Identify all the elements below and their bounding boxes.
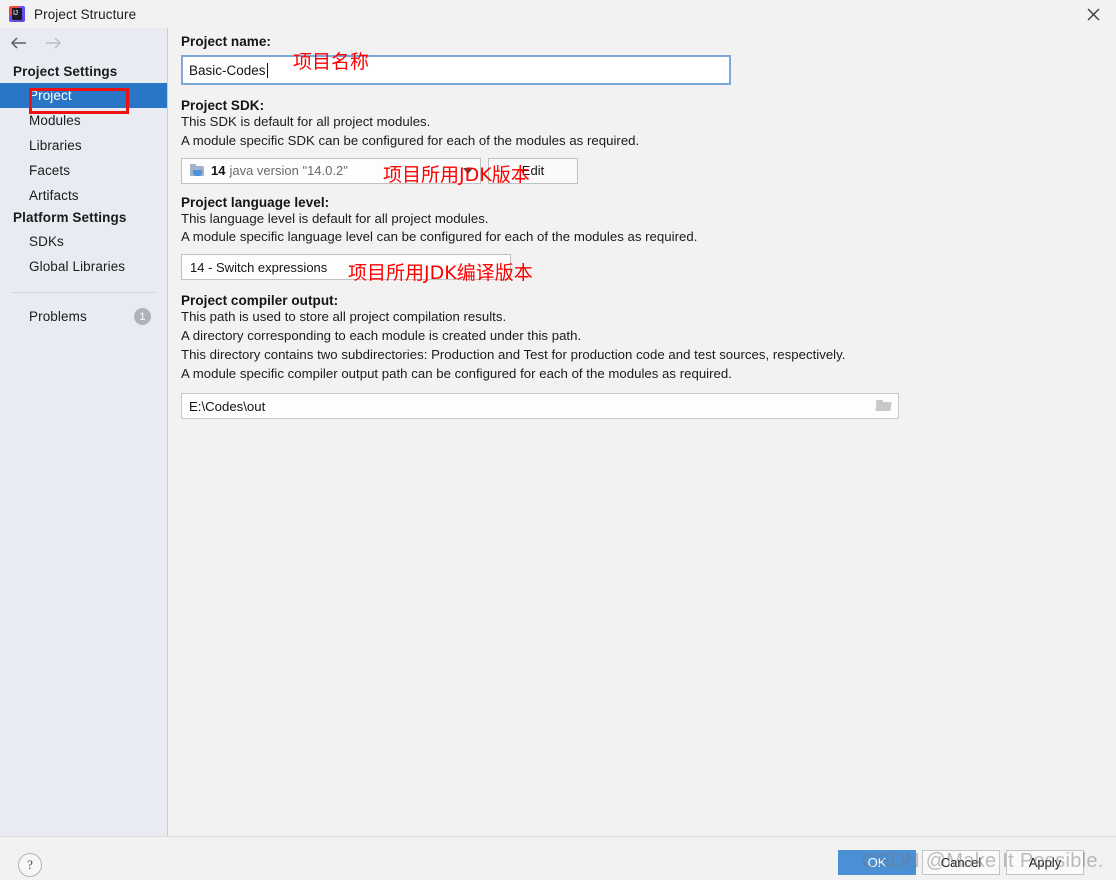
apply-button[interactable]: Apply bbox=[1006, 850, 1084, 875]
sidebar-group-platform-settings: Platform Settings bbox=[13, 210, 127, 225]
project-sdk-label: Project SDK: bbox=[181, 98, 265, 113]
question-mark-icon[interactable]: ? bbox=[18, 853, 42, 877]
project-sdk-desc-1: This SDK is default for all project modu… bbox=[181, 114, 431, 129]
title-bar: IJ Project Structure bbox=[0, 0, 1116, 28]
help-label: ? bbox=[27, 857, 33, 872]
java-sdk-icon bbox=[190, 163, 206, 178]
language-level-desc-1: This language level is default for all p… bbox=[181, 210, 489, 226]
sidebar-item-label: Modules bbox=[29, 113, 81, 128]
project-sdk-version: 14 bbox=[211, 163, 226, 179]
sidebar-item-project[interactable]: Project bbox=[0, 83, 167, 108]
compiler-output-desc-1: This path is used to store all project c… bbox=[181, 309, 507, 325]
sidebar-item-label: Libraries bbox=[29, 138, 82, 153]
sidebar-item-label: Problems bbox=[29, 309, 87, 324]
sidebar-item-label: Artifacts bbox=[29, 188, 79, 203]
project-name-input[interactable]: Basic-Codes bbox=[181, 55, 731, 85]
chevron-down-icon bbox=[463, 167, 473, 174]
sidebar-item-sdks[interactable]: SDKs bbox=[0, 229, 167, 254]
sidebar-divider bbox=[12, 292, 155, 293]
sidebar-group-project-settings: Project Settings bbox=[13, 64, 118, 79]
sidebar-item-artifacts[interactable]: Artifacts bbox=[0, 183, 167, 208]
sidebar-item-label: Global Libraries bbox=[29, 259, 126, 274]
project-settings-panel: Project name: Basic-Codes Project SDK: T… bbox=[168, 28, 1116, 836]
compiler-output-desc-3: This directory contains two subdirectori… bbox=[181, 346, 846, 362]
sidebar-item-label: Project bbox=[29, 88, 72, 103]
text-caret bbox=[266, 62, 268, 78]
project-structure-dialog: IJ Project Structure Project Settings Pr… bbox=[0, 0, 1116, 880]
dialog-footer: ? OK Cancel Apply bbox=[0, 836, 1116, 880]
sidebar-item-libraries[interactable]: Libraries bbox=[0, 133, 167, 158]
cancel-label: Cancel bbox=[940, 855, 982, 870]
intellij-idea-icon: IJ bbox=[9, 6, 25, 22]
cancel-button[interactable]: Cancel bbox=[922, 850, 1000, 875]
ok-label: OK bbox=[867, 855, 887, 870]
language-level-desc-2: A module specific language level can be … bbox=[181, 229, 698, 245]
compiler-output-desc-2: A directory corresponding to each module… bbox=[181, 327, 582, 343]
project-sdk-version-desc: java version "14.0.2" bbox=[229, 163, 348, 179]
sidebar-item-modules[interactable]: Modules bbox=[0, 108, 167, 133]
navigation-arrows bbox=[0, 28, 167, 62]
project-name-label: Project name: bbox=[181, 34, 271, 49]
compiler-output-value: E:\Codes\out bbox=[189, 398, 266, 414]
project-name-value: Basic-Codes bbox=[189, 62, 266, 78]
project-sdk-select[interactable]: 14 java version "14.0.2" bbox=[181, 157, 481, 184]
settings-sidebar: Project Settings Project Modules Librari… bbox=[0, 28, 168, 836]
sidebar-item-global-libraries[interactable]: Global Libraries bbox=[0, 254, 167, 279]
project-sdk-row: 14 java version "14.0.2" Edit bbox=[181, 157, 1116, 184]
apply-label: Apply bbox=[1028, 855, 1062, 870]
project-sdk-desc-2: A module specific SDK can be configured … bbox=[181, 132, 640, 148]
compiler-output-label: Project compiler output: bbox=[181, 293, 339, 309]
language-level-label: Project language level: bbox=[181, 194, 330, 210]
sidebar-item-problems[interactable]: Problems 1 bbox=[0, 304, 167, 329]
language-level-value: 14 - Switch expressions bbox=[190, 259, 328, 275]
compiler-output-desc-4: A module specific compiler output path c… bbox=[181, 365, 732, 381]
window-title: Project Structure bbox=[34, 6, 137, 22]
problems-count-badge: 1 bbox=[134, 308, 151, 325]
language-level-select[interactable]: 14 - Switch expressions bbox=[181, 254, 511, 281]
edit-sdk-button[interactable]: Edit bbox=[488, 157, 578, 184]
compiler-output-input[interactable]: E:\Codes\out bbox=[181, 393, 899, 420]
arrow-left-icon[interactable] bbox=[10, 36, 28, 54]
close-icon[interactable] bbox=[1070, 0, 1116, 28]
sidebar-item-facets[interactable]: Facets bbox=[0, 158, 167, 183]
folder-icon[interactable] bbox=[870, 394, 898, 418]
sidebar-item-label: SDKs bbox=[29, 234, 64, 249]
sidebar-item-label: Facets bbox=[29, 163, 71, 178]
arrow-right-icon[interactable] bbox=[44, 36, 62, 54]
edit-sdk-label: Edit bbox=[521, 163, 545, 179]
ok-button[interactable]: OK bbox=[838, 850, 916, 875]
